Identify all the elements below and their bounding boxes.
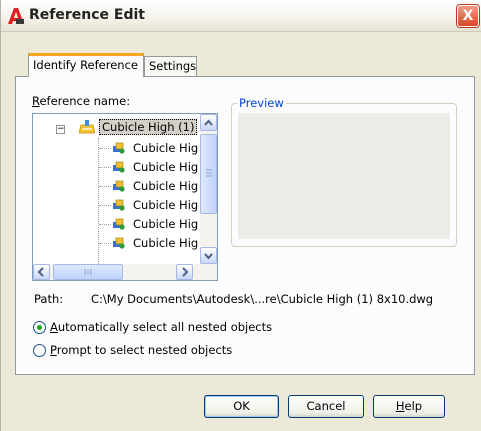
horizontal-scroll-thumb[interactable] [53, 264, 123, 280]
chevron-up-icon [204, 119, 213, 126]
tree-child-label: Cubicle Hig [133, 141, 199, 155]
reference-tree[interactable]: − Cubicle High (1) Cubicle Hig Cubicle H… [32, 113, 218, 281]
radio-selected-dot [37, 325, 42, 330]
tree-child-label: Cubicle Hig [133, 198, 199, 212]
scroll-up-button[interactable] [200, 114, 217, 131]
collapse-toggle[interactable]: − [56, 125, 65, 134]
auto-select-radio[interactable] [33, 321, 46, 334]
tree-branch-line [99, 243, 111, 244]
close-icon: X [462, 8, 474, 24]
tree-child-label: Cubicle Hig [133, 217, 199, 231]
reference-edit-dialog: Reference Edit X Identify Reference Sett… [0, 0, 481, 431]
tree-branch-line [99, 148, 111, 149]
tree-root-item[interactable]: Cubicle High (1) [79, 118, 198, 136]
block-ref-icon [113, 199, 125, 211]
tree-branch-line [99, 205, 111, 206]
chevron-down-icon [204, 253, 213, 260]
tree-root-label: Cubicle High (1) [99, 119, 198, 135]
tree-child-label: Cubicle Hig [133, 236, 199, 250]
vertical-scrollbar[interactable] [200, 114, 217, 264]
close-button[interactable]: X [457, 5, 479, 27]
tree-branch-line [99, 167, 111, 168]
scroll-left-button[interactable] [33, 264, 50, 280]
tree-child-label: Cubicle Hig [133, 179, 199, 193]
path-label: Path: [34, 292, 64, 306]
tree-guide-line [98, 138, 99, 280]
folder-block-icon [79, 120, 95, 134]
prompt-select-radio[interactable] [33, 344, 46, 357]
autocad-icon [8, 8, 24, 24]
grip-icon [206, 169, 212, 177]
path-value: C:\My Documents\Autodesk\...re\Cubicle H… [91, 292, 434, 306]
prompt-select-label[interactable]: Prompt to select nested objects [50, 343, 232, 357]
block-ref-icon [113, 218, 125, 230]
scroll-down-button[interactable] [200, 247, 217, 264]
auto-select-label[interactable]: Automatically select all nested objects [50, 320, 272, 334]
ok-button[interactable]: OK [204, 395, 279, 418]
cancel-button[interactable]: Cancel [288, 395, 364, 418]
block-ref-icon [113, 142, 125, 154]
chevron-right-icon [182, 267, 189, 277]
vertical-scroll-thumb[interactable] [200, 134, 217, 214]
title-bar[interactable]: Reference Edit X [1, 0, 481, 32]
grip-icon [84, 269, 92, 275]
block-ref-icon [113, 161, 125, 173]
window-title: Reference Edit [29, 7, 145, 23]
tab-settings[interactable]: Settings [144, 56, 197, 76]
block-ref-icon [113, 180, 125, 192]
preview-area [238, 113, 450, 239]
tab-identify-reference[interactable]: Identify Reference [28, 53, 144, 77]
chevron-left-icon [37, 267, 44, 277]
help-button[interactable]: Help [373, 395, 445, 418]
block-ref-icon [113, 237, 125, 249]
reference-name-label: Reference name: [32, 94, 131, 108]
tree-branch-line [99, 186, 111, 187]
preview-title: Preview [237, 96, 286, 110]
tree-child-label: Cubicle Hig [133, 160, 199, 174]
scroll-right-button[interactable] [176, 264, 193, 280]
tree-branch-line [99, 224, 111, 225]
horizontal-scrollbar[interactable] [33, 264, 217, 280]
